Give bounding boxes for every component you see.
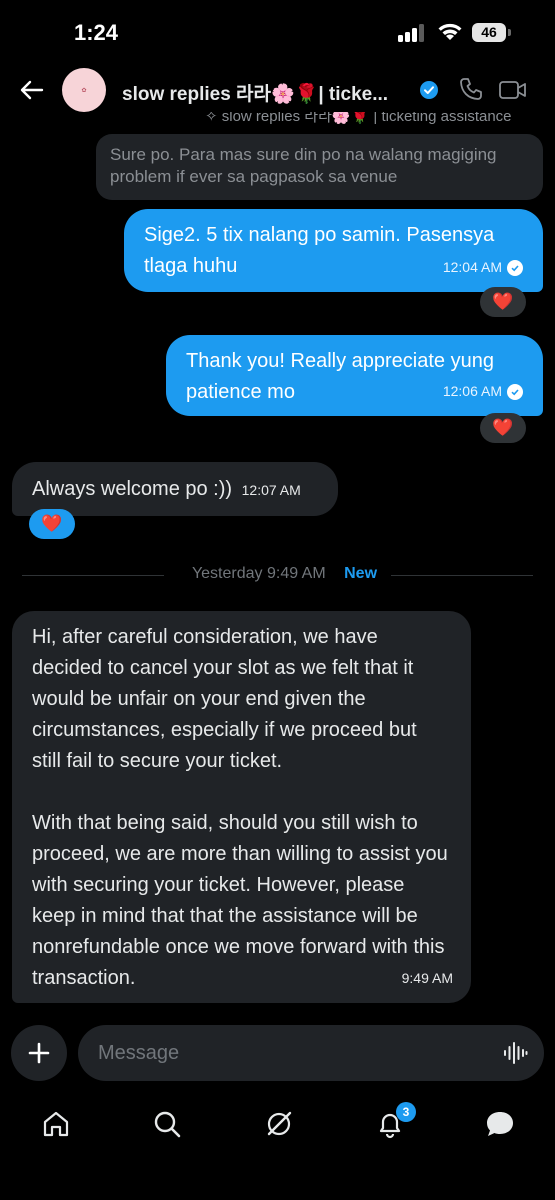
- read-check-icon: [507, 259, 523, 276]
- message-text: Hi, after careful consideration, we have…: [32, 626, 448, 989]
- divider-label: Yesterday 9:49 AM New: [0, 565, 555, 583]
- video-call-icon[interactable]: [498, 78, 528, 102]
- message-timestamp: 9:49 AM: [401, 970, 453, 986]
- heart-reaction[interactable]: ❤️: [480, 287, 526, 317]
- quoted-message[interactable]: Sure po. Para mas sure din po na walang …: [96, 134, 543, 200]
- voice-message-icon[interactable]: [502, 1040, 528, 1066]
- heart-reaction[interactable]: ❤️: [480, 413, 526, 443]
- phone-call-icon[interactable]: [458, 76, 484, 102]
- message-text: Always welcome po :)): [32, 478, 233, 500]
- sent-message[interactable]: Sige2. 5 tix nalang po samin. Pasensya t…: [124, 209, 543, 292]
- battery-tip: [508, 29, 511, 36]
- sent-message[interactable]: Thank you! Really appreciate yung patien…: [166, 335, 543, 416]
- timestamp-text: 12:06 AM: [442, 383, 502, 399]
- divider-date: Yesterday 9:49 AM: [177, 565, 340, 582]
- quoted-message-text: Sure po. Para mas sure din po na walang …: [110, 145, 497, 186]
- messages-icon: [487, 1112, 513, 1136]
- notification-count-badge: 3: [396, 1102, 416, 1122]
- verified-badge-icon: [420, 81, 438, 99]
- home-indicator: [140, 1180, 415, 1185]
- received-message[interactable]: Always welcome po :)) 12:07 AM: [12, 462, 338, 516]
- nav-grok[interactable]: [263, 1108, 295, 1140]
- signal-icon: [398, 24, 424, 42]
- nav-home[interactable]: [40, 1108, 72, 1140]
- avatar[interactable]: ✿: [62, 68, 106, 112]
- home-icon: [43, 1111, 69, 1137]
- chat-subtitle-text: ✧ slow replies 라라🌸🌹 | ticketing assistan…: [205, 112, 512, 124]
- nav-messages[interactable]: [484, 1108, 516, 1140]
- wifi-icon: [438, 23, 462, 40]
- battery-level: 46: [472, 23, 506, 42]
- chat-subtitle: ✧ slow replies 라라🌸🌹 | ticketing assistan…: [0, 112, 555, 124]
- new-label: New: [344, 565, 378, 582]
- message-timestamp: 12:07 AM: [241, 482, 301, 498]
- bottom-nav: [0, 1100, 555, 1150]
- back-arrow-icon[interactable]: [18, 76, 46, 104]
- chat-title[interactable]: slow replies 라라🌸🌹| ticke...: [122, 79, 422, 106]
- message-input[interactable]: [78, 1025, 544, 1081]
- nav-search[interactable]: [151, 1108, 183, 1140]
- heart-reaction[interactable]: ❤️: [29, 509, 75, 539]
- add-media-button[interactable]: [11, 1025, 67, 1081]
- read-check-icon: [507, 383, 523, 400]
- status-bar: 1:24 46: [0, 0, 555, 62]
- timestamp-text: 12:04 AM: [442, 259, 502, 275]
- grok-icon: [267, 1111, 292, 1136]
- plus-icon: [28, 1042, 50, 1064]
- search-icon: [154, 1111, 181, 1138]
- status-time: 1:24: [74, 20, 119, 45]
- chat-header: ✿ slow replies 라라🌸🌹| ticke...: [0, 62, 555, 118]
- avatar-mark: ✿: [81, 86, 87, 94]
- message-timestamp: 12:04 AM: [443, 252, 523, 283]
- received-message[interactable]: Hi, after careful consideration, we have…: [12, 611, 471, 1003]
- message-timestamp: 12:06 AM: [443, 376, 523, 407]
